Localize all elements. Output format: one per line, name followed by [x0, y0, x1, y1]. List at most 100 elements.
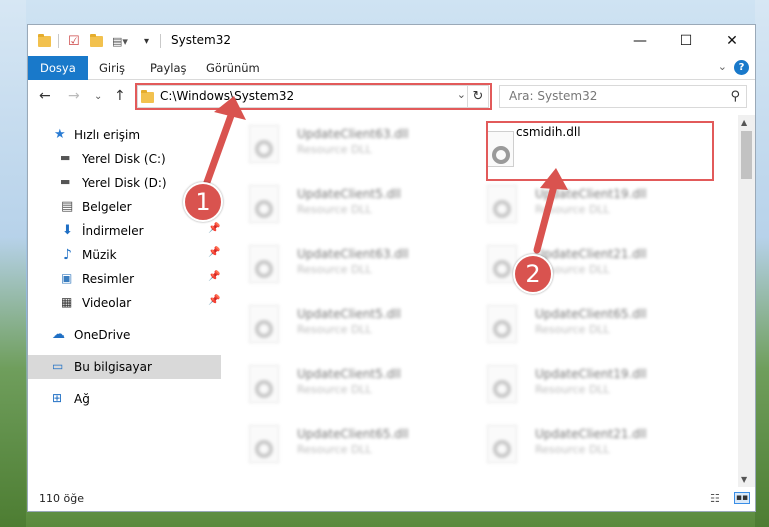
file-explorer-window: ☑ ▤▾ ▾ System32 — ☐ ✕ Dosya Giriş Paylaş…: [27, 24, 756, 512]
dll-file-icon: [249, 305, 279, 343]
sidebar-item-downloads[interactable]: ⬇ İndirmeler 📌: [28, 219, 221, 243]
list-item[interactable]: UpdateClient19.dll Resource DLL: [462, 361, 692, 413]
search-box[interactable]: Ara: System32 ⚲: [499, 85, 747, 108]
file-name: UpdateClient5.dll: [297, 307, 401, 321]
recent-locations-icon[interactable]: ⌄: [94, 91, 102, 102]
document-icon: ▤: [61, 199, 74, 214]
dll-file-icon: [249, 185, 279, 223]
sidebar-item-label: Videolar: [82, 296, 132, 310]
list-item[interactable]: UpdateClient5.dll Resource DLL: [224, 301, 454, 353]
file-type: Resource DLL: [297, 143, 372, 156]
dll-file-icon: [487, 185, 517, 223]
item-count: 110 öğe: [39, 492, 84, 505]
file-type: Resource DLL: [297, 443, 372, 456]
list-item[interactable]: UpdateClient5.dll Resource DLL: [224, 181, 454, 233]
file-name: UpdateClient63.dll: [297, 127, 409, 141]
sidebar-item-drive-c[interactable]: ▬ Yerel Disk (C:): [28, 147, 221, 171]
large-icons-view-icon[interactable]: ▪▪: [734, 492, 750, 504]
sidebar-item-label: Yerel Disk (C:): [82, 152, 166, 166]
video-icon: ▦: [61, 295, 73, 309]
new-folder-icon: [90, 33, 103, 47]
search-input[interactable]: Ara: System32: [509, 89, 597, 103]
file-name: UpdateClient63.dll: [297, 247, 409, 261]
tab-paylas[interactable]: Paylaş: [150, 56, 187, 80]
dll-file-icon: [249, 125, 279, 163]
dll-file-icon: [487, 365, 517, 403]
ribbon-tabs: Dosya Giriş Paylaş Görünüm ⌄ ?: [28, 56, 755, 80]
properties-icon[interactable]: ☑: [68, 33, 80, 49]
file-type: Resource DLL: [535, 443, 610, 456]
sidebar-item-onedrive[interactable]: ☁ OneDrive: [28, 323, 221, 347]
list-item[interactable]: UpdateClient63.dll Resource DLL: [224, 121, 454, 173]
dropdown-icon[interactable]: ▾: [144, 33, 149, 49]
back-icon[interactable]: ←: [39, 88, 51, 104]
file-type: Resource DLL: [535, 323, 610, 336]
customize-toolbar-button[interactable]: ▤▾: [112, 33, 128, 49]
title-bar: ☑ ▤▾ ▾ System32 — ☐ ✕: [28, 25, 755, 56]
dll-file-icon: [487, 305, 517, 343]
list-item[interactable]: UpdateClient63.dll Resource DLL: [224, 241, 454, 293]
sidebar-item-label: Resimler: [82, 272, 135, 286]
sidebar-item-pictures[interactable]: ▣ Resimler 📌: [28, 267, 221, 291]
scrollbar-thumb[interactable]: [741, 131, 752, 179]
expand-ribbon-icon[interactable]: ⌄: [718, 60, 727, 73]
help-icon[interactable]: ?: [734, 60, 749, 75]
list-item[interactable]: UpdateClient19.dll Resource DLL: [462, 181, 692, 233]
status-bar: 110 öğe ☷ ▪▪: [28, 487, 755, 511]
address-highlight-box: [135, 83, 492, 110]
details-view-icon[interactable]: ☷: [710, 492, 726, 505]
sidebar-item-quick-access[interactable]: ★ Hızlı erişim: [28, 123, 221, 147]
list-item[interactable]: UpdateClient21.dll Resource DLL: [462, 421, 692, 473]
list-item[interactable]: UpdateClient5.dll Resource DLL: [224, 361, 454, 413]
sidebar-item-music[interactable]: ♪ Müzik 📌: [28, 243, 221, 267]
pin-icon[interactable]: 📌: [208, 295, 220, 306]
drive-icon: ▬: [60, 175, 71, 188]
tab-gorunum[interactable]: Görünüm: [206, 56, 260, 80]
sidebar-item-label: Ağ: [74, 392, 90, 406]
tab-giris[interactable]: Giriş: [99, 56, 125, 80]
download-icon: ⬇: [62, 223, 73, 238]
vertical-scrollbar[interactable]: ▲ ▼: [738, 115, 755, 487]
step-marker-2: 2: [513, 254, 553, 294]
search-icon[interactable]: ⚲: [730, 89, 740, 104]
pin-icon[interactable]: 📌: [208, 271, 220, 282]
forward-icon[interactable]: →: [68, 88, 80, 104]
list-item[interactable]: UpdateClient65.dll Resource DLL: [224, 421, 454, 473]
list-item[interactable]: UpdateClient65.dll Resource DLL: [462, 301, 692, 353]
new-folder-button[interactable]: [90, 33, 103, 49]
file-name: UpdateClient5.dll: [297, 187, 401, 201]
sidebar-item-network[interactable]: ⊞ Ağ: [28, 387, 221, 411]
up-icon[interactable]: ↑: [114, 88, 126, 104]
navigation-pane: ★ Hızlı erişim ▬ Yerel Disk (C:) ▬ Yerel…: [28, 117, 221, 487]
sidebar-item-label: İndirmeler: [82, 224, 144, 238]
step-marker-1: 1: [183, 182, 223, 222]
drive-icon: ▬: [60, 151, 71, 164]
file-type: Resource DLL: [535, 203, 610, 216]
pin-icon[interactable]: 📌: [208, 223, 220, 234]
sidebar-item-videos[interactable]: ▦ Videolar 📌: [28, 291, 221, 315]
sidebar-item-label: Müzik: [82, 248, 117, 262]
sidebar-item-this-pc[interactable]: ▭ Bu bilgisayar: [28, 355, 221, 379]
file-name: UpdateClient5.dll: [297, 367, 401, 381]
file-name: UpdateClient19.dll: [535, 367, 647, 381]
sidebar-item-label: Yerel Disk (D:): [82, 176, 167, 190]
picture-icon: ▣: [61, 271, 73, 285]
list-item[interactable]: UpdateClient21.dll Resource DLL: [462, 241, 692, 293]
dll-file-icon: [249, 425, 279, 463]
scroll-down-icon[interactable]: ▼: [741, 475, 747, 484]
maximize-button[interactable]: ☐: [663, 25, 709, 56]
file-name: UpdateClient65.dll: [535, 307, 647, 321]
sidebar-item-label: OneDrive: [74, 328, 131, 342]
file-type: Resource DLL: [535, 383, 610, 396]
file-type: Resource DLL: [297, 383, 372, 396]
file-type: Resource DLL: [297, 323, 372, 336]
file-highlight-box: [486, 121, 714, 181]
tab-dosya[interactable]: Dosya: [28, 56, 88, 80]
minimize-button[interactable]: —: [617, 25, 663, 56]
scroll-up-icon[interactable]: ▲: [741, 118, 747, 127]
network-icon: ⊞: [52, 391, 63, 405]
desktop-background-left: [0, 0, 26, 527]
file-type: Resource DLL: [297, 263, 372, 276]
pin-icon[interactable]: 📌: [208, 247, 220, 258]
close-button[interactable]: ✕: [709, 25, 755, 56]
